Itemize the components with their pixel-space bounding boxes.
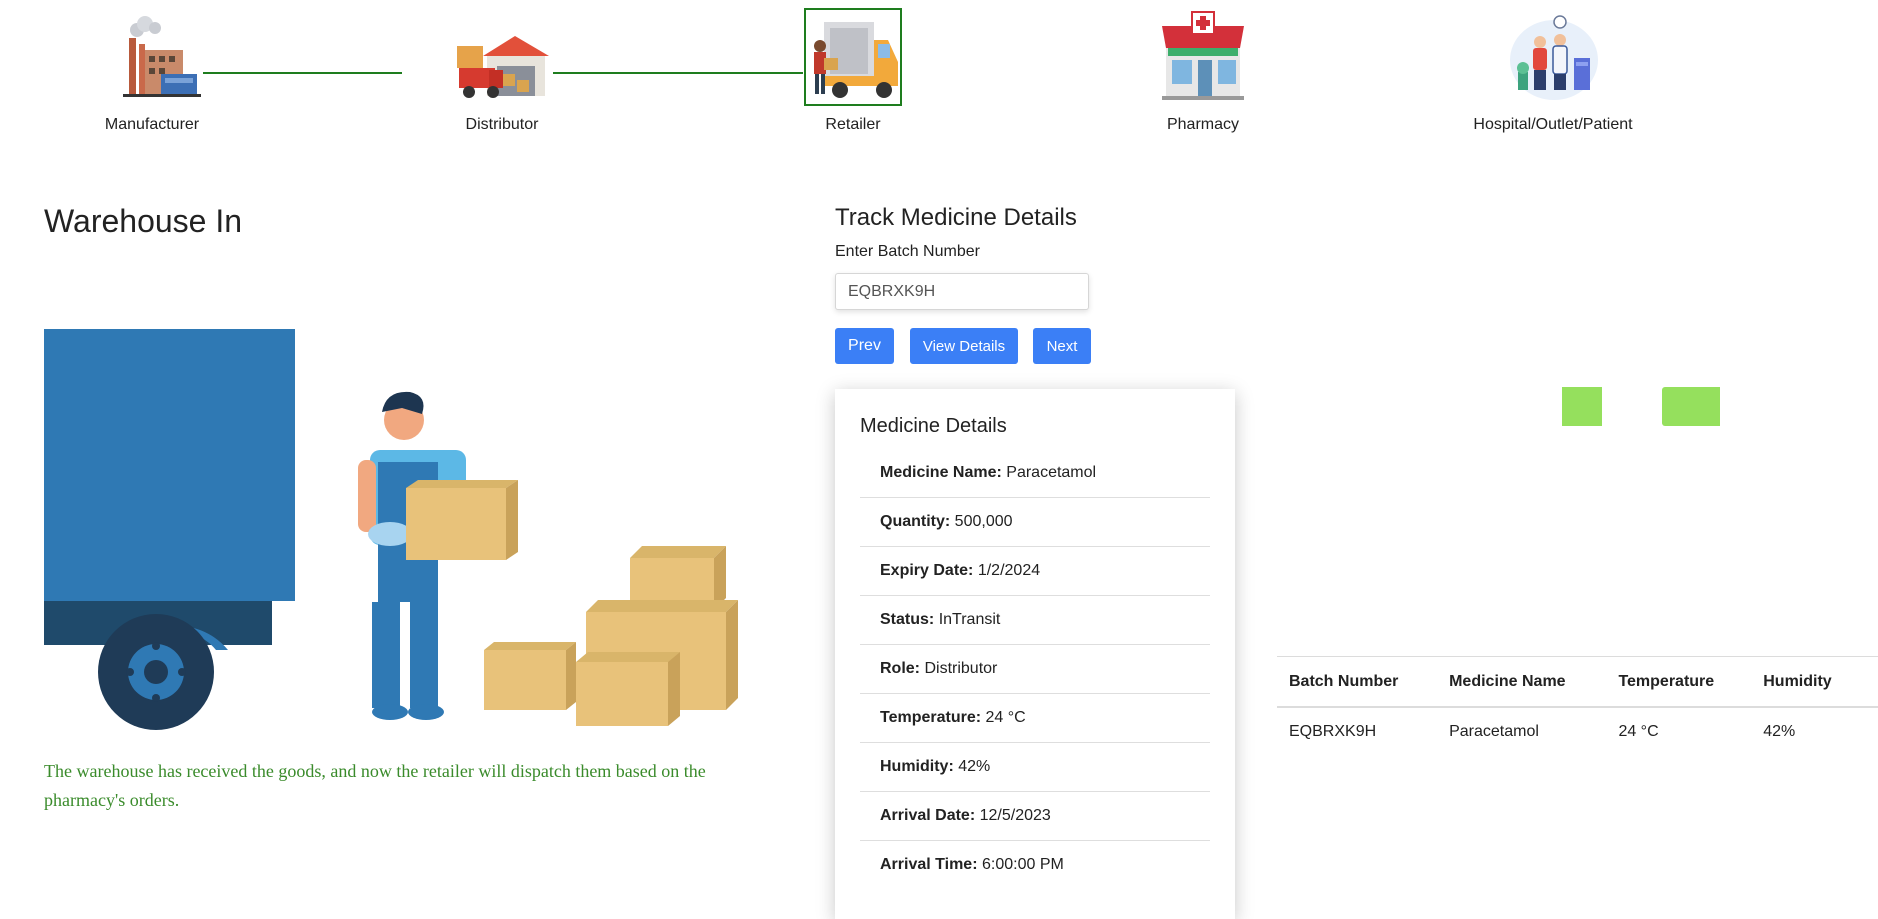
detail-value: Paracetamol <box>1006 464 1097 481</box>
stage-manufacturer[interactable]: Manufacturer <box>52 8 252 134</box>
stage-distributor[interactable]: Distributor <box>402 8 602 134</box>
detail-item: Role: Distributor <box>860 645 1210 694</box>
detail-value: 6:00:00 PM <box>981 856 1064 873</box>
warehouse-truck-icon <box>453 8 551 106</box>
column-header: Batch Number <box>1277 656 1438 708</box>
stage-label: Retailer <box>825 116 881 133</box>
column-header: Temperature <box>1606 656 1752 708</box>
detail-label: Status: <box>880 611 935 628</box>
detail-label: Medicine Name: <box>880 464 1002 481</box>
detail-item: Temperature: 24 °C <box>860 694 1210 743</box>
table-header-row: Batch Number Medicine Name Temperature H… <box>1277 656 1878 708</box>
prev-button[interactable]: Prev <box>835 328 894 364</box>
warehouse-illustration <box>30 320 760 740</box>
stage-hospital-outlet-patient[interactable]: Hospital/Outlet/Patient <box>1453 8 1653 134</box>
detail-value: 24 °C <box>985 709 1026 726</box>
detail-label: Role: <box>880 660 920 677</box>
table-cell: EQBRXK9H <box>1289 723 1377 740</box>
detail-label: Humidity: <box>880 758 954 775</box>
table-cell: 42% <box>1763 723 1796 740</box>
detail-item: Humidity: 42% <box>860 743 1210 792</box>
detail-label: Temperature: <box>880 709 982 726</box>
detail-label: Arrival Time: <box>880 856 978 873</box>
page-title: Warehouse In <box>44 203 243 239</box>
detail-label: Arrival Date: <box>880 807 976 824</box>
medicine-details-card: Medicine Details Medicine Name: Paraceta… <box>835 389 1235 919</box>
next-button[interactable]: Next <box>1033 328 1091 364</box>
table-cell: Paracetamol <box>1449 723 1539 740</box>
detail-item: Expiry Date: 1/2/2024 <box>860 547 1210 596</box>
doctor-patient-icon <box>1504 8 1602 106</box>
card-title: Medicine Details <box>860 415 1007 437</box>
detail-value: Distributor <box>924 660 998 677</box>
track-title: Track Medicine Details <box>835 204 1077 231</box>
stage-label: Manufacturer <box>104 116 200 133</box>
table-row[interactable]: EQBRXK9H Paracetamol 24 °C 42% <box>1277 707 1878 756</box>
detail-label: Quantity: <box>880 513 951 530</box>
stage-label: Distributor <box>465 116 539 133</box>
factory-icon <box>103 8 203 106</box>
stage-retailer[interactable]: Retailer <box>753 8 953 134</box>
stage-label: Hospital/Outlet/Patient <box>1473 116 1633 133</box>
status-indicator <box>1562 387 1602 426</box>
detail-item: Status: InTransit <box>860 596 1210 645</box>
batch-number-input[interactable] <box>835 273 1089 310</box>
detail-item: Quantity: 500,000 <box>860 498 1210 547</box>
detail-item: Arrival Date: 12/5/2023 <box>860 792 1210 841</box>
warehouse-caption: The warehouse has received the goods, an… <box>44 761 706 810</box>
detail-list: Medicine Name: Paracetamol Quantity: 500… <box>860 449 1210 889</box>
detail-value: 42% <box>958 758 991 775</box>
detail-value: InTransit <box>938 611 1001 628</box>
status-indicator <box>1662 387 1720 426</box>
pharmacy-store-icon <box>1154 8 1252 106</box>
view-details-button[interactable]: View Details <box>910 328 1018 364</box>
detail-item: Arrival Time: 6:00:00 PM <box>860 841 1210 889</box>
detail-item: Medicine Name: Paracetamol <box>860 449 1210 498</box>
table-cell: 24 °C <box>1618 723 1659 740</box>
detail-label: Expiry Date: <box>880 562 974 579</box>
delivery-van-icon <box>804 8 902 106</box>
detail-value: 500,000 <box>954 513 1013 530</box>
batch-number-label: Enter Batch Number <box>835 243 980 260</box>
stage-label: Pharmacy <box>1166 116 1240 133</box>
column-header: Medicine Name <box>1437 656 1607 708</box>
stage-pharmacy[interactable]: Pharmacy <box>1103 8 1303 134</box>
column-header: Humidity <box>1751 656 1878 708</box>
detail-value: 1/2/2024 <box>977 562 1041 579</box>
detail-value: 12/5/2023 <box>979 807 1051 824</box>
shipment-table: Batch Number Medicine Name Temperature H… <box>1277 656 1878 756</box>
